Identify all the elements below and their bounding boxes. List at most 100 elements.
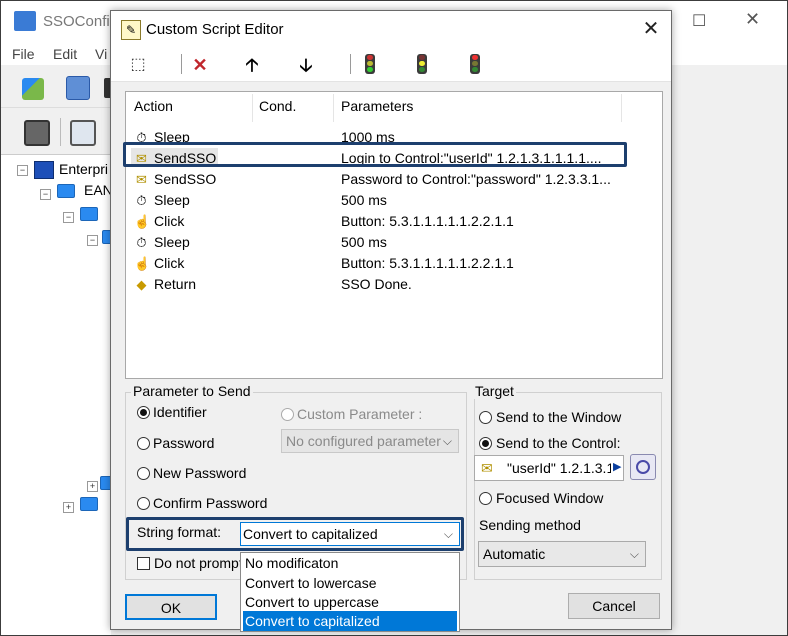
row-action: Sleep xyxy=(154,234,190,250)
stopwatch-icon: ⏱ xyxy=(136,235,147,250)
toolbar-separator xyxy=(60,118,61,146)
dropdown-option-capitalized[interactable]: Convert to capitalized xyxy=(243,611,457,631)
app-logo-icon xyxy=(14,11,36,31)
custom-parameter-label[interactable]: Custom Parameter : xyxy=(297,406,422,422)
tree-collapse-icon[interactable]: − xyxy=(63,212,74,223)
radio-send-to-window-label[interactable]: Send to the Window xyxy=(496,409,621,425)
radio-confirm-password-label[interactable]: Confirm Password xyxy=(153,495,267,511)
dropdown-option-no-modification[interactable]: No modificaton xyxy=(243,553,457,573)
move-down-icon[interactable]: 🡣 xyxy=(293,53,319,77)
radio-send-to-window[interactable] xyxy=(479,411,492,424)
tree-item-ean[interactable]: EAN xyxy=(84,182,113,198)
list-item[interactable]: ⏱ Sleep 500 ms xyxy=(126,232,662,253)
menu-edit[interactable]: Edit xyxy=(53,46,77,62)
grid-icon[interactable] xyxy=(70,120,96,146)
close-icon[interactable]: ✕ xyxy=(745,9,760,30)
row-params: SSO Done. xyxy=(341,276,412,292)
maximize-icon[interactable]: ☐ xyxy=(692,11,706,31)
do-not-prompt-label[interactable]: Do not prompt xyxy=(154,555,240,571)
cursor-click-icon: ☝ xyxy=(134,256,151,271)
column-header-action[interactable]: Action xyxy=(134,98,173,114)
sending-method-select[interactable]: Automatic ⌵ xyxy=(478,541,646,567)
list-item[interactable]: ⏱ Sleep 500 ms xyxy=(126,190,662,211)
cancel-button[interactable]: Cancel xyxy=(568,593,660,619)
radio-custom-parameter[interactable] xyxy=(281,408,294,421)
column-header-parameters[interactable]: Parameters xyxy=(341,98,413,114)
script-steps-list[interactable]: Action Cond. Parameters ⏱ Sleep 1000 ms … xyxy=(125,91,663,379)
traffic-light-green-icon[interactable] xyxy=(365,54,375,74)
send-key-icon: ✉ xyxy=(136,172,147,187)
radio-send-to-control[interactable] xyxy=(479,437,492,450)
crosshair-icon xyxy=(636,460,650,474)
row-params: 500 ms xyxy=(341,234,387,250)
return-icon: ◆ xyxy=(136,277,147,292)
toolbar-separator xyxy=(350,54,351,74)
target-control-field[interactable]: ✉ "userId" 1.2.1.3.1 ▶ xyxy=(474,455,624,481)
do-not-prompt-checkbox[interactable] xyxy=(137,557,150,570)
column-divider xyxy=(621,94,622,122)
target-label: Target xyxy=(473,383,516,399)
row-action: SendSSO xyxy=(154,171,217,187)
string-format-dropdown[interactable]: No modificaton Convert to lowercase Conv… xyxy=(240,552,460,632)
tree-expand-icon[interactable]: + xyxy=(63,502,74,513)
row-params: Button: 5.3.1.1.1.1.1.2.2.1.1 xyxy=(341,255,514,271)
chevron-down-icon: ⌵ xyxy=(629,547,639,561)
dropdown-option-lowercase[interactable]: Convert to lowercase xyxy=(243,573,457,593)
tree-collapse-icon[interactable]: − xyxy=(87,235,98,246)
custom-parameter-placeholder: No configured parameter xyxy=(286,433,441,449)
radio-focused-window-label[interactable]: Focused Window xyxy=(496,490,603,506)
background-app-title: SSOConfig xyxy=(43,13,119,30)
list-item[interactable]: ☝ Click Button: 5.3.1.1.1.1.1.2.2.1.1 xyxy=(126,253,662,274)
traffic-light-yellow-icon[interactable] xyxy=(417,54,427,74)
menu-file[interactable]: File xyxy=(12,46,35,62)
column-header-cond[interactable]: Cond. xyxy=(259,98,296,114)
cursor-click-icon: ☝ xyxy=(134,214,151,229)
delete-step-icon[interactable]: ✕ xyxy=(187,53,213,77)
custom-script-editor-dialog: ✎ Custom Script Editor ✕ ⬚ ✕ 🡡 🡣 Action … xyxy=(110,10,672,632)
row-params: 500 ms xyxy=(341,192,387,208)
list-item[interactable]: ✉ SendSSO Password to Control:"password"… xyxy=(126,169,662,190)
connect-icon[interactable] xyxy=(22,78,44,100)
chevron-down-icon: ⌵ xyxy=(442,434,452,448)
trash-icon[interactable] xyxy=(24,120,50,146)
column-divider xyxy=(333,94,334,122)
row-params: Password to Control:"password" 1.2.3.3.1… xyxy=(341,171,611,187)
list-item[interactable]: ☝ Click Button: 5.3.1.1.1.1.1.2.2.1.1 xyxy=(126,211,662,232)
radio-new-password[interactable] xyxy=(137,467,150,480)
list-item[interactable]: ◆ Return SSO Done. xyxy=(126,274,662,295)
tree-view[interactable] xyxy=(1,154,111,635)
highlight-frame-string-format xyxy=(126,517,464,551)
parameter-to-send-label: Parameter to Send xyxy=(131,383,253,399)
target-picker-button[interactable] xyxy=(630,454,656,480)
triangle-right-icon: ▶ xyxy=(613,461,622,473)
radio-focused-window[interactable] xyxy=(479,492,492,505)
script-editor-icon: ✎ xyxy=(121,20,141,40)
traffic-light-red-icon[interactable] xyxy=(470,54,480,74)
tree-collapse-icon[interactable]: − xyxy=(17,165,28,176)
move-up-icon[interactable]: 🡡 xyxy=(239,53,265,77)
toolbar-separator xyxy=(181,54,182,74)
copy-icon[interactable] xyxy=(66,76,90,100)
row-action: Return xyxy=(154,276,197,292)
menu-view[interactable]: Vi xyxy=(95,46,107,62)
dialog-close-icon[interactable]: ✕ xyxy=(639,17,663,41)
custom-parameter-select[interactable]: No configured parameter ⌵ xyxy=(281,429,459,453)
ok-button[interactable]: OK xyxy=(125,594,217,620)
column-divider xyxy=(252,94,253,122)
radio-password[interactable] xyxy=(137,437,150,450)
tree-item-enterprise[interactable]: Enterpri xyxy=(59,161,108,177)
new-step-icon[interactable]: ⬚ xyxy=(125,53,151,77)
sending-method-label: Sending method xyxy=(479,517,581,533)
radio-password-label[interactable]: Password xyxy=(153,435,214,451)
folder-icon xyxy=(57,184,75,198)
radio-confirm-password[interactable] xyxy=(137,497,150,510)
dropdown-option-uppercase[interactable]: Convert to uppercase xyxy=(243,592,457,612)
radio-send-to-control-label[interactable]: Send to the Control: xyxy=(496,435,621,451)
radio-identifier-label[interactable]: Identifier xyxy=(153,404,207,420)
row-action: Click xyxy=(154,255,185,271)
tree-collapse-icon[interactable]: − xyxy=(40,189,51,200)
tree-expand-icon[interactable]: + xyxy=(87,481,98,492)
radio-new-password-label[interactable]: New Password xyxy=(153,465,246,481)
radio-identifier[interactable] xyxy=(137,406,150,419)
target-control-value: "userId" 1.2.1.3.1 xyxy=(507,460,611,476)
